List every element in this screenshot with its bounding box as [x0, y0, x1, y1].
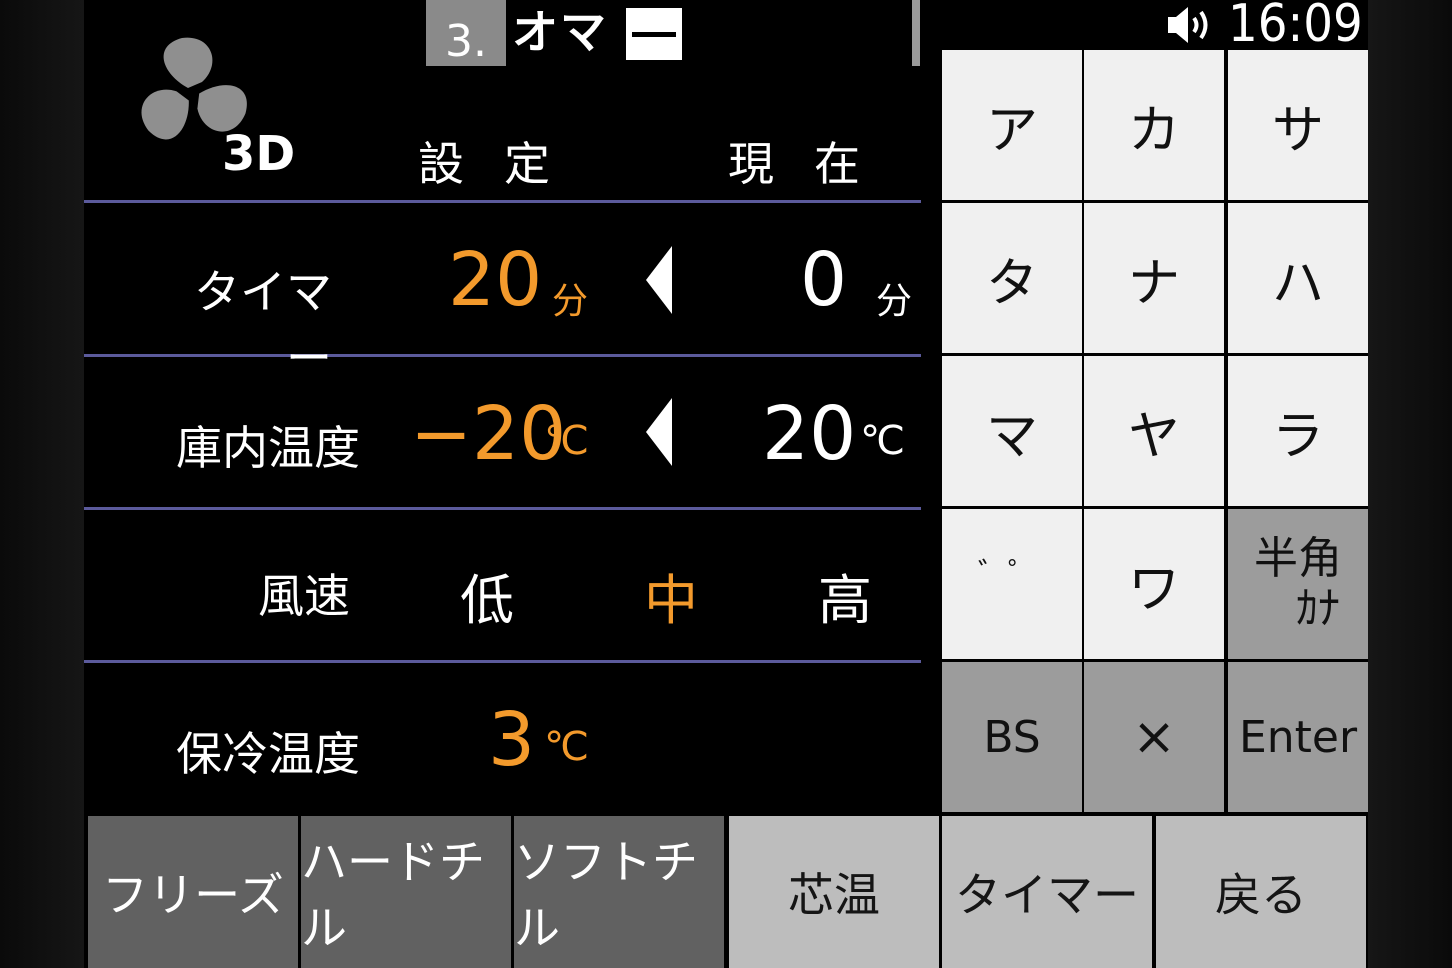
timer-current-value: 0 [800, 237, 848, 323]
temperature-set-unit: ℃ [544, 418, 589, 464]
enter-button[interactable]: Enter [1228, 662, 1368, 812]
column-current-heading: 現在 [728, 137, 900, 191]
key-ma[interactable]: マ [942, 356, 1082, 506]
hold-temp-value[interactable]: 3 [488, 700, 535, 780]
key-wa[interactable]: ワ [1084, 509, 1224, 659]
divider [84, 507, 921, 510]
fan-speed-label: 風速 [258, 569, 350, 623]
header-divider [912, 0, 920, 66]
divider [84, 660, 921, 663]
key-ra[interactable]: ラ [1228, 356, 1368, 506]
column-set-heading: 設定 [418, 137, 590, 191]
temperature-set-value[interactable]: −20 [410, 394, 566, 474]
control-panel-screen: 3. オマ 16:09 3D 設定 現在 タイマー 20 分 0 分 庫内温度 … [0, 0, 1452, 968]
speaker-icon [1168, 7, 1208, 43]
timer-current-unit: 分 [876, 281, 913, 322]
key-a[interactable]: ア [942, 50, 1082, 200]
halfwidth-label-line1: 半角 [1254, 533, 1342, 584]
fan-speed-high[interactable]: 高 [818, 556, 872, 635]
hold-temp-label: 保冷温度 [176, 727, 360, 781]
program-name-input[interactable]: オマ [512, 0, 608, 60]
timer-label: タイマー [194, 265, 332, 385]
timer-set-unit: 分 [552, 281, 589, 322]
timer-set-value[interactable]: 20 [448, 240, 542, 320]
timer-arrow-icon [646, 246, 672, 314]
back-button[interactable]: 戻る [1156, 816, 1366, 968]
key-ka[interactable]: カ [1084, 50, 1224, 200]
mode-label: 3D [222, 126, 296, 182]
program-number: 3. [426, 0, 506, 67]
temperature-current-value: 20 [762, 391, 857, 477]
text-cursor [626, 8, 682, 60]
halfwidth-label-line2: ｶﾅ [1296, 583, 1340, 634]
divider [84, 200, 921, 203]
temperature-arrow-icon [646, 398, 672, 466]
key-sa[interactable]: サ [1228, 50, 1368, 200]
timer-button[interactable]: タイマー [942, 816, 1152, 968]
key-ha[interactable]: ハ [1228, 203, 1368, 353]
core-temp-button[interactable]: 芯温 [729, 816, 939, 968]
close-button[interactable]: × [1084, 662, 1224, 812]
key-ya[interactable]: ヤ [1084, 356, 1224, 506]
fan-speed-low[interactable]: 低 [460, 556, 514, 635]
backspace-button[interactable]: BS [942, 662, 1082, 812]
left-bezel [0, 0, 84, 968]
key-halfwidth-kana[interactable]: 半角 ｶﾅ [1228, 509, 1368, 659]
hard-chill-button[interactable]: ハードチル [301, 816, 511, 968]
clock: 16:09 [1228, 0, 1363, 54]
right-bezel [1368, 0, 1452, 968]
temperature-label: 庫内温度 [176, 421, 360, 475]
temperature-current-unit: ℃ [860, 418, 905, 464]
fan-speed-mid[interactable]: 中 [644, 556, 698, 635]
hold-temp-unit: ℃ [544, 724, 589, 770]
freeze-button[interactable]: フリーズ [88, 816, 298, 968]
key-na[interactable]: ナ [1084, 203, 1224, 353]
key-dakuten[interactable]: ゛゜ [942, 509, 1082, 659]
key-ta[interactable]: タ [942, 203, 1082, 353]
soft-chill-button[interactable]: ソフトチル [514, 816, 724, 968]
